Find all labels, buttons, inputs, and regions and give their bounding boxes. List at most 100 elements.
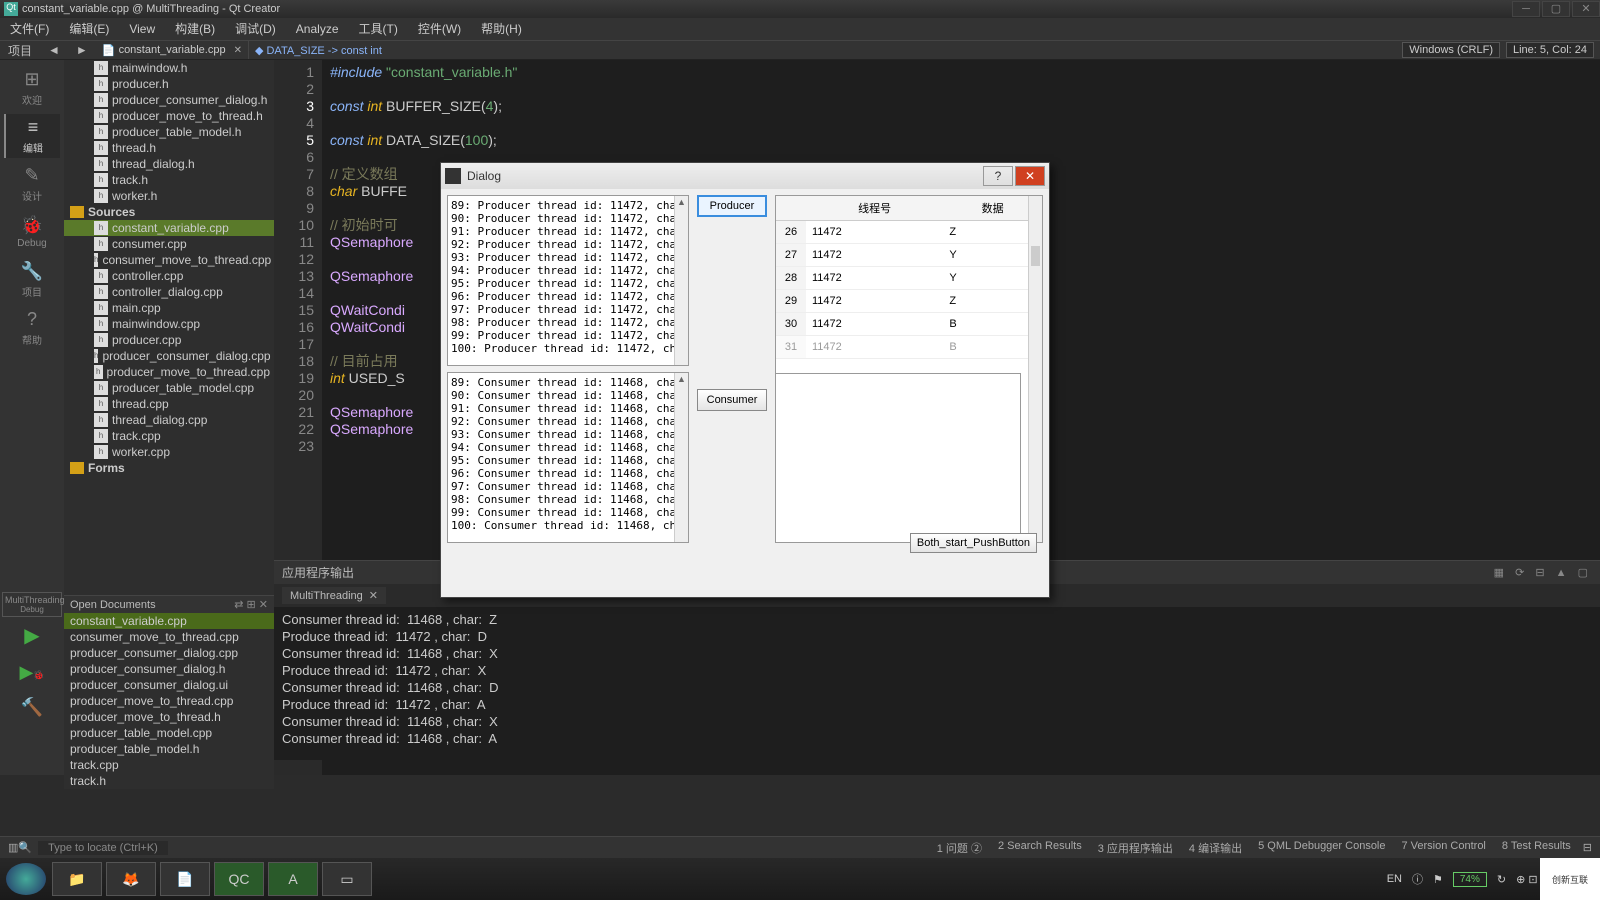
qtcreator-icon[interactable]: QC [214, 862, 264, 896]
tree-item[interactable]: hproducer.cpp [64, 332, 274, 348]
output-controls[interactable]: ▦ ⟳ ⊟ ▲ ▢ [1494, 566, 1592, 579]
tree-item[interactable]: hproducer_move_to_thread.h [64, 108, 274, 124]
lang-indicator[interactable]: EN [1387, 873, 1402, 885]
app-icon-2[interactable]: A [268, 862, 318, 896]
locator-input[interactable]: Type to locate (Ctrl+K) [38, 841, 168, 855]
table-row[interactable]: 2811472Y [776, 267, 1042, 290]
table-row[interactable]: 2611472Z [776, 221, 1042, 244]
menu-item[interactable]: View [119, 18, 165, 40]
run-icon[interactable]: ▶ [0, 623, 64, 648]
producer-button[interactable]: Producer [697, 195, 767, 217]
mode-帮助[interactable]: ?帮助 [4, 306, 60, 350]
forms-folder[interactable]: Forms [64, 460, 274, 476]
dialog-close-button[interactable]: ✕ [1015, 166, 1045, 186]
menu-item[interactable]: 构建(B) [165, 18, 225, 40]
table-row[interactable]: 3111472B [776, 336, 1042, 359]
menu-item[interactable]: 帮助(H) [471, 18, 532, 40]
file-tab[interactable]: 📄 constant_variable.cpp ✕ [96, 41, 249, 59]
symbol-path[interactable]: ◆ DATA_SIZE -> const int [249, 44, 388, 57]
menu-item[interactable]: Analyze [286, 18, 349, 40]
open-doc-item[interactable]: producer_table_model.h [64, 741, 274, 757]
sync-icon[interactable]: ↻ [1497, 873, 1506, 886]
tree-item[interactable]: hproducer.h [64, 76, 274, 92]
tree-item[interactable]: hcontroller.cpp [64, 268, 274, 284]
open-doc-item[interactable]: producer_consumer_dialog.ui [64, 677, 274, 693]
mode-项目[interactable]: 🔧项目 [4, 258, 60, 302]
close-tab-icon[interactable]: ✕ [234, 45, 242, 56]
tree-item[interactable]: hproducer_table_model.h [64, 124, 274, 140]
nav-back-icon[interactable]: ◄ [40, 43, 68, 57]
tree-item[interactable]: hworker.h [64, 188, 274, 204]
start-button[interactable] [6, 863, 46, 895]
info-icon[interactable]: ⓘ [1412, 871, 1423, 887]
dialog-help-button[interactable]: ? [983, 166, 1013, 186]
consumer-button[interactable]: Consumer [697, 389, 767, 411]
tree-item[interactable]: hmainwindow.h [64, 60, 274, 76]
both-start-button[interactable]: Both_start_PushButton [910, 533, 1037, 553]
tree-item[interactable]: htrack.cpp [64, 428, 274, 444]
open-doc-item[interactable]: consumer_move_to_thread.cpp [64, 629, 274, 645]
table-row[interactable]: 2711472Y [776, 244, 1042, 267]
explorer-icon[interactable]: 📁 [52, 862, 102, 896]
console[interactable]: Consumer thread id: 11468 , char: ZProdu… [274, 607, 1600, 751]
tree-item[interactable]: hproducer_table_model.cpp [64, 380, 274, 396]
sources-folder[interactable]: Sources [64, 204, 274, 220]
open-doc-item[interactable]: track.cpp [64, 757, 274, 773]
menu-item[interactable]: 编辑(E) [59, 18, 119, 40]
dialog-taskbar-icon[interactable]: ▭ [322, 862, 372, 896]
tree-item[interactable]: hthread_dialog.cpp [64, 412, 274, 428]
open-doc-item[interactable]: constant_variable.cpp [64, 613, 274, 629]
tree-item[interactable]: hmain.cpp [64, 300, 274, 316]
tree-item[interactable]: hconsumer.cpp [64, 236, 274, 252]
tree-item[interactable]: hcontroller_dialog.cpp [64, 284, 274, 300]
shield-icon[interactable]: ⚑ [1433, 873, 1443, 886]
tree-item[interactable]: hthread.h [64, 140, 274, 156]
producer-log[interactable]: 89: Producer thread id: 11472, char: B 9… [447, 195, 689, 366]
sidebar-toggle-icon[interactable]: ▥ [8, 841, 18, 854]
mode-设计[interactable]: ✎设计 [4, 162, 60, 206]
mode-编辑[interactable]: ≡编辑 [4, 114, 60, 158]
status-item[interactable]: 2 Search Results [998, 840, 1082, 856]
close-output-icon[interactable]: ⊟ [1583, 841, 1592, 854]
tree-item[interactable]: hworker.cpp [64, 444, 274, 460]
status-item[interactable]: 3 应用程序输出 [1098, 840, 1173, 856]
line-ending[interactable]: Windows (CRLF) [1402, 42, 1500, 58]
nav-fwd-icon[interactable]: ► [68, 43, 96, 57]
tree-item[interactable]: hmainwindow.cpp [64, 316, 274, 332]
tree-item[interactable]: hconsumer_move_to_thread.cpp [64, 252, 274, 268]
pdf-icon[interactable]: 📄 [160, 862, 210, 896]
status-item[interactable]: 1 问题 ② [937, 840, 982, 856]
status-item[interactable]: 8 Test Results [1502, 840, 1571, 856]
open-doc-item[interactable]: track.h [64, 773, 274, 789]
debug-run-icon[interactable]: ▶🐞 [0, 662, 64, 683]
menu-item[interactable]: 控件(W) [408, 18, 471, 40]
tree-item[interactable]: hproducer_move_to_thread.cpp [64, 364, 274, 380]
table-row[interactable]: 2911472Z [776, 290, 1042, 313]
build-icon[interactable]: 🔨 [0, 697, 64, 718]
menu-item[interactable]: 文件(F) [0, 18, 59, 40]
tree-item[interactable]: hproducer_consumer_dialog.cpp [64, 348, 274, 364]
minimize-button[interactable]: ─ [1512, 1, 1540, 17]
open-doc-item[interactable]: producer_move_to_thread.cpp [64, 693, 274, 709]
maximize-button[interactable]: ▢ [1542, 1, 1570, 17]
open-docs-controls[interactable]: ⇄ ⊞ ✕ [234, 598, 268, 611]
open-doc-item[interactable]: producer_consumer_dialog.cpp [64, 645, 274, 661]
open-doc-item[interactable]: producer_consumer_dialog.h [64, 661, 274, 677]
status-item[interactable]: 7 Version Control [1402, 840, 1486, 856]
tree-item[interactable]: hthread_dialog.h [64, 156, 274, 172]
status-item[interactable]: 4 编译输出 [1189, 840, 1242, 856]
open-doc-item[interactable]: producer_move_to_thread.h [64, 709, 274, 725]
close-button[interactable]: ✕ [1572, 1, 1600, 17]
tree-item[interactable]: htrack.h [64, 172, 274, 188]
consumer-log[interactable]: 89: Consumer thread id: 11468, char: B 9… [447, 372, 689, 543]
tree-item[interactable]: hthread.cpp [64, 396, 274, 412]
mode-欢迎[interactable]: ⊞欢迎 [4, 66, 60, 110]
close-output-tab-icon[interactable]: ✕ [369, 589, 378, 602]
battery-indicator[interactable]: 74% [1453, 872, 1487, 887]
run-target[interactable]: MultiThreading Debug ▶ ▶🐞 🔨 [0, 590, 64, 718]
firefox-icon[interactable]: 🦊 [106, 862, 156, 896]
menu-item[interactable]: 调试(D) [225, 18, 286, 40]
open-doc-item[interactable]: producer_table_model.cpp [64, 725, 274, 741]
status-item[interactable]: 5 QML Debugger Console [1258, 840, 1385, 856]
table-row[interactable]: 3011472B [776, 313, 1042, 336]
